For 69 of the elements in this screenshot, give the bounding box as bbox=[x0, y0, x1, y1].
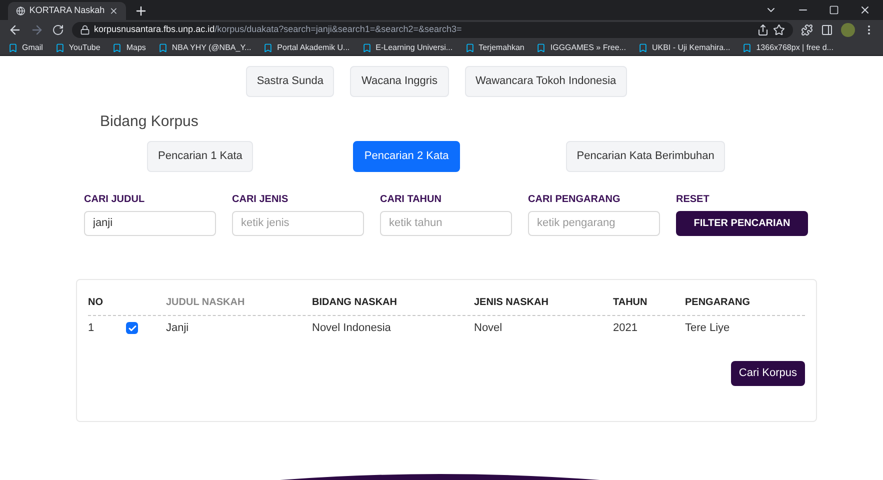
puzzle-icon[interactable] bbox=[801, 24, 813, 36]
bookmark[interactable]: 1366x768px | free d... bbox=[742, 42, 834, 54]
bookmark-icon bbox=[536, 42, 546, 52]
table-cell: 2021 bbox=[613, 322, 638, 334]
star-icon[interactable] bbox=[773, 24, 785, 36]
bookmark[interactable]: Maps bbox=[112, 42, 146, 54]
share-icon[interactable] bbox=[757, 24, 769, 36]
bookmark-icon bbox=[638, 42, 648, 52]
bookmark[interactable]: IGGGAMES » Free... bbox=[536, 42, 626, 54]
bookmark[interactable]: YouTube bbox=[54, 42, 100, 54]
url-host: korpusnusantara.fbs.unp.ac.id bbox=[94, 23, 215, 36]
column-header: PENGARANG bbox=[685, 296, 750, 308]
bookmark-icon bbox=[464, 42, 475, 52]
bookmark[interactable]: Terjemahkan bbox=[464, 42, 524, 54]
browser-tab[interactable]: KORTARA Naskah bbox=[8, 2, 126, 20]
bookmark[interactable]: Portal Akademik U... bbox=[263, 42, 350, 54]
corpus-button[interactable]: Sastra Sunda bbox=[246, 66, 334, 96]
column-header: BIDANG NASKAH bbox=[312, 296, 397, 308]
table-cell: Novel Indonesia bbox=[312, 322, 391, 334]
corpus-button[interactable]: Wacana Inggris bbox=[350, 66, 449, 96]
globe-icon bbox=[16, 5, 26, 17]
back-icon[interactable] bbox=[8, 23, 22, 37]
tab-title: KORTARA Naskah bbox=[29, 4, 105, 18]
forward-icon[interactable] bbox=[30, 23, 44, 37]
bookmark[interactable]: UKBI - Uji Kemahira... bbox=[638, 42, 730, 54]
filter-field[interactable]: janji bbox=[84, 210, 216, 236]
bookmark-icon bbox=[112, 42, 122, 52]
search-mode-tab[interactable]: Pencarian 2 Kata bbox=[353, 141, 460, 172]
filter-label: CARI TAHUN bbox=[380, 192, 442, 206]
bookmark-icon bbox=[54, 42, 65, 52]
column-header: NO bbox=[88, 296, 103, 308]
bookmark[interactable]: Gmail bbox=[8, 42, 43, 54]
bookmark-icon bbox=[158, 42, 168, 52]
bookmark[interactable]: E-Learning Universi... bbox=[362, 42, 453, 54]
section-title: Bidang Korpus bbox=[100, 112, 198, 132]
reset-label: RESET bbox=[676, 192, 710, 206]
filter-label: CARI PENGARANG bbox=[528, 192, 622, 206]
filter-field[interactable]: ketik tahun bbox=[380, 210, 512, 236]
address-bar[interactable]: korpusnusantara.fbs.unp.ac.id/korpus/duakata?search=janji&search1=&search2=&search3= bbox=[72, 22, 793, 38]
bookmark-icon bbox=[8, 42, 18, 52]
avatar[interactable] bbox=[841, 23, 855, 37]
table-cell: 1 bbox=[88, 322, 94, 334]
search-mode-tab[interactable]: Pencarian 1 Kata bbox=[147, 141, 254, 172]
filter-button[interactable]: FILTER PENCARIAN bbox=[676, 210, 808, 236]
filter-field[interactable]: ketik jenis bbox=[232, 210, 364, 236]
new-tab-icon[interactable] bbox=[134, 4, 148, 18]
column-header: TAHUN bbox=[613, 296, 648, 308]
maximize-icon[interactable] bbox=[829, 5, 839, 15]
bookmark-icon bbox=[362, 42, 372, 52]
filter-label: CARI JUDUL bbox=[84, 192, 146, 206]
filter-label: CARI JENIS bbox=[232, 192, 290, 206]
search-mode-tab[interactable]: Pencarian Kata Berimbuhan bbox=[566, 141, 726, 172]
row-checkbox[interactable] bbox=[126, 322, 138, 334]
side-panel-icon[interactable] bbox=[821, 24, 833, 36]
table-cell: Tere Liye bbox=[685, 322, 730, 334]
corpus-button[interactable]: Wawancara Tokoh Indonesia bbox=[464, 66, 628, 96]
table-cell: Janji bbox=[166, 322, 189, 334]
filter-field[interactable]: ketik pengarang bbox=[528, 210, 660, 236]
column-header: JENIS NASKAH bbox=[474, 296, 548, 308]
table-cell: Novel bbox=[474, 322, 502, 334]
url-path: /korpus/duakata?search=janji&search1=&search2=&search3= bbox=[214, 23, 462, 36]
reload-icon[interactable] bbox=[52, 24, 64, 36]
close-icon[interactable] bbox=[859, 4, 871, 16]
bookmark[interactable]: NBA YHY (@NBA_Y... bbox=[158, 42, 252, 54]
lock-icon bbox=[80, 25, 90, 35]
bookmark-icon bbox=[263, 42, 274, 52]
column-header: JUDUL NASKAH bbox=[166, 296, 245, 308]
search-button[interactable]: Cari Korpus bbox=[730, 360, 805, 386]
bookmark-icon bbox=[742, 42, 752, 52]
